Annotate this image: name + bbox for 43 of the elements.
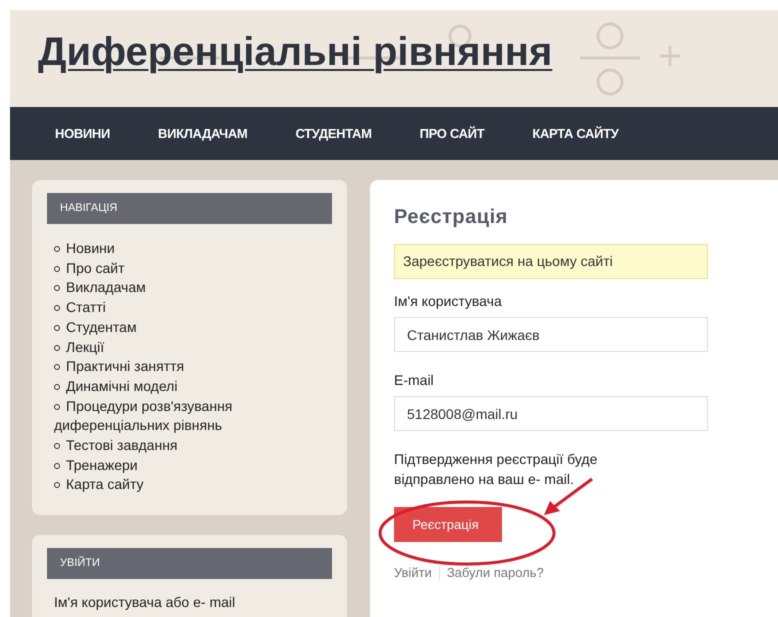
nav-link[interactable]: КАРТА САЙТУ [532, 124, 619, 144]
sidebar-link[interactable]: Карта сайту [54, 475, 322, 496]
sidebar-link[interactable]: Викладачам [54, 278, 322, 298]
page-heading: Реєстрація [394, 205, 509, 230]
sidebar-link[interactable]: Динамічні моделі [54, 376, 322, 397]
field-label: E-mail [394, 371, 435, 390]
sidebar-link[interactable]: Про сайт [54, 258, 322, 278]
nav-link[interactable]: НОВИНИ [55, 124, 110, 144]
sidebar-link[interactable]: Новини [54, 239, 322, 259]
bullet-icon [54, 462, 60, 469]
bullet-icon [54, 482, 60, 488]
bullet-icon [54, 364, 60, 370]
bullet-icon [54, 285, 60, 292]
input-field[interactable]: 5128008@mail.ru [394, 396, 708, 431]
input-field[interactable]: Станистлав Жижаєв [394, 317, 708, 352]
info-text: Підтвердження реєстрації буде відправлено на ваш e- mail. [394, 450, 598, 489]
register-button[interactable]: Реєстрація [394, 507, 502, 542]
text-link[interactable]: Забули пароль? [446, 563, 544, 582]
sidebar-link[interactable]: Статті [54, 298, 322, 318]
nav-link[interactable]: ПРО САЙТ [420, 124, 484, 144]
widget-heading: УВІЙТИ [47, 548, 332, 580]
nav-link[interactable]: ВИКЛАДАЧАМ [158, 124, 248, 144]
sidebar-link[interactable]: Тестові завдання [54, 436, 322, 456]
notice-message: Зареєструватися на цьому сайті [394, 244, 708, 279]
nav-link[interactable]: СТУДЕНТАМ [295, 124, 372, 144]
bullet-icon [54, 266, 60, 272]
sidebar-link[interactable]: Студентам [54, 318, 322, 338]
field-label: Ім'я користувача або e- mail [53, 593, 236, 612]
bullet-icon [54, 324, 60, 331]
text-link[interactable]: Увійти [394, 563, 432, 582]
field-label: Ім'я користувача [394, 292, 503, 311]
site-title[interactable]: Диференціальні рівняння [38, 22, 552, 82]
sidebar-link[interactable]: Процедури розв'язування диференціальних рівнянь [54, 396, 322, 436]
sidebar-link[interactable]: Лекції [54, 338, 322, 358]
bullet-icon [54, 443, 60, 450]
bullet-icon [54, 404, 60, 410]
sidebar-link[interactable]: Тренажери [54, 456, 322, 476]
bullet-icon [54, 246, 60, 252]
bullet-icon [54, 384, 60, 390]
widget-heading: НАВІГАЦІЯ [47, 193, 332, 224]
bullet-icon [54, 305, 60, 312]
bullet-icon [54, 344, 60, 351]
sidebar-link[interactable]: Практичні заняття [54, 357, 322, 377]
